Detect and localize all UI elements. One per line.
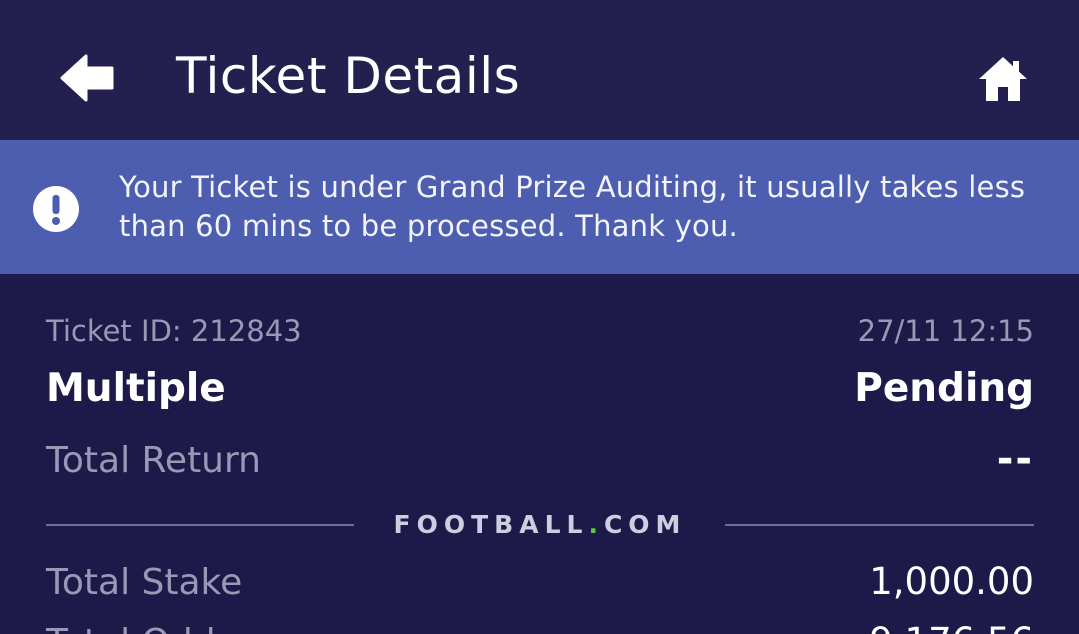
auditing-notice-banner: Your Ticket is under Grand Prize Auditin…	[0, 140, 1079, 274]
status-badge: Pending	[854, 366, 1034, 411]
total-odds-row: Total Odds 9,176.56	[46, 620, 1034, 634]
bet-type: Multiple	[46, 366, 226, 411]
ticket-datetime: 27/11 12:15	[857, 314, 1034, 348]
ticket-details-screen: Ticket Details Your Ticket is under Gran…	[0, 0, 1079, 634]
total-return-row: Total Return --	[46, 436, 1034, 482]
app-header: Ticket Details	[0, 0, 1079, 140]
total-stake-label: Total Stake	[46, 562, 243, 603]
total-odds-value: 9,176.56	[869, 620, 1034, 634]
ticket-id: Ticket ID: 212843	[46, 314, 302, 348]
home-icon	[979, 57, 1027, 101]
total-stake-row: Total Stake 1,000.00	[46, 560, 1034, 603]
total-return-value: --	[996, 436, 1034, 482]
brand-logo: FOOTBALL.COM	[393, 510, 687, 539]
back-button[interactable]	[52, 44, 124, 112]
divider-right	[725, 524, 1034, 526]
notice-message: Your Ticket is under Grand Prize Auditin…	[119, 170, 1026, 243]
home-button[interactable]	[966, 46, 1040, 112]
alert-icon	[33, 186, 79, 232]
divider-left	[46, 524, 354, 526]
total-odds-label: Total Odds	[46, 622, 234, 634]
total-return-label: Total Return	[46, 440, 261, 481]
ticket-meta-row: Ticket ID: 212843 27/11 12:15	[46, 314, 1034, 348]
total-stake-value: 1,000.00	[869, 560, 1034, 603]
ticket-type-row: Multiple Pending	[46, 366, 1034, 411]
page-title: Ticket Details	[176, 47, 521, 105]
back-arrow-icon	[60, 54, 114, 102]
